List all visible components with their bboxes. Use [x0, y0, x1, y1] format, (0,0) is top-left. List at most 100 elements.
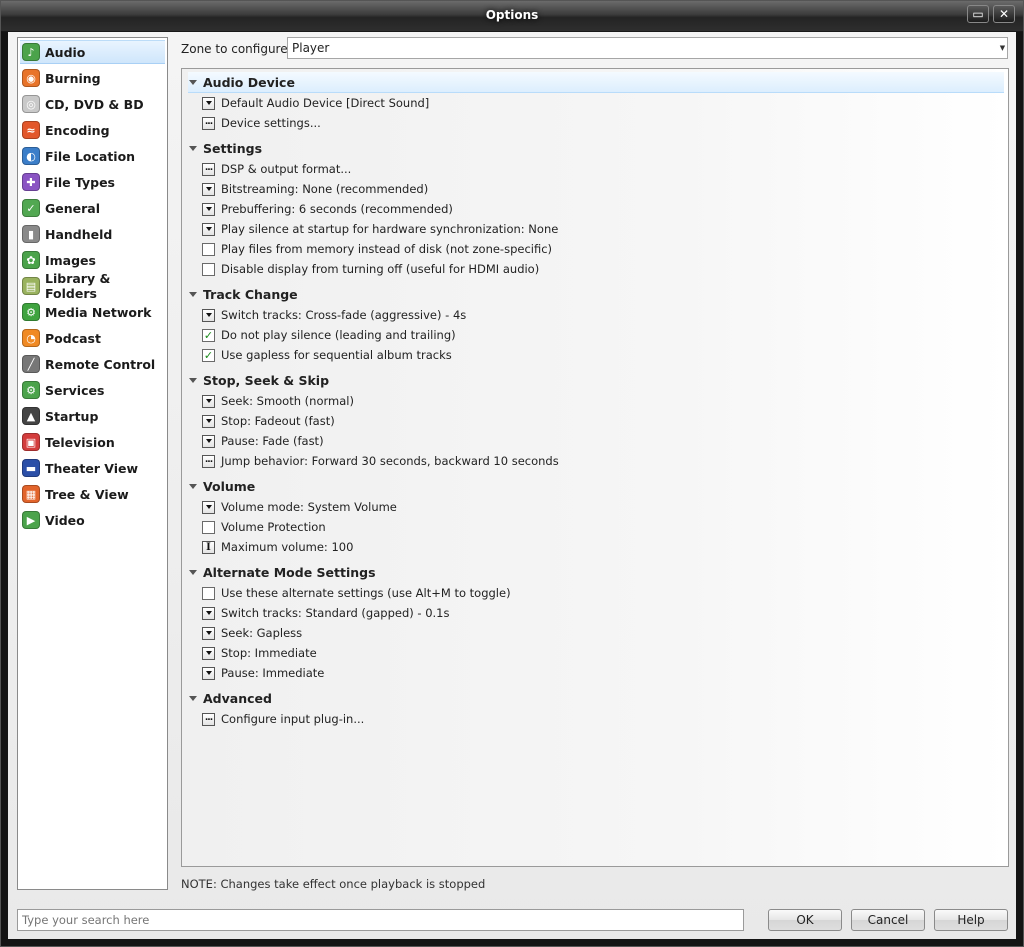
settings-panel: Audio Device Default Audio Device [Direct…	[181, 68, 1009, 867]
option-row[interactable]: Stop: Immediate	[202, 644, 317, 662]
dropdown-button[interactable]	[202, 500, 215, 514]
checkbox[interactable]	[202, 242, 215, 256]
option-row[interactable]: Pause: Immediate	[202, 664, 324, 682]
group-header[interactable]: Settings	[188, 138, 1004, 158]
collapse-triangle-icon[interactable]	[189, 377, 197, 383]
option-row[interactable]: I Maximum volume: 100	[202, 538, 353, 556]
option-label: Switch tracks: Cross-fade (aggressive) -…	[221, 308, 467, 322]
checkbox[interactable]	[202, 262, 215, 276]
option-row[interactable]: ✓ Do not play silence (leading and traili…	[202, 326, 456, 344]
sidebar-item-services[interactable]: ⚙ Services	[20, 378, 165, 402]
sidebar-item-file-types[interactable]: ✚ File Types	[20, 170, 165, 194]
dropdown-button[interactable]	[202, 626, 215, 640]
group-header[interactable]: Track Change	[188, 284, 1004, 304]
option-row[interactable]: ... Configure input plug-in...	[202, 710, 364, 728]
close-button[interactable]: ✕	[993, 5, 1015, 23]
chevron-down-icon[interactable]: ▼	[999, 39, 1006, 57]
option-row[interactable]: Switch tracks: Standard (gapped) - 0.1s	[202, 604, 449, 622]
group-title: Volume	[203, 478, 256, 494]
checkbox[interactable]	[202, 520, 215, 534]
sidebar-item-library-folders[interactable]: ▤ Library & Folders	[20, 271, 165, 301]
dropdown-button[interactable]	[202, 666, 215, 680]
option-row[interactable]: Use these alternate settings (use Alt+M …	[202, 584, 511, 602]
more-button[interactable]: ...	[202, 712, 215, 726]
option-row[interactable]: Pause: Fade (fast)	[202, 432, 324, 450]
dropdown-button[interactable]	[202, 308, 215, 322]
sidebar-item-remote-control[interactable]: ╱ Remote Control	[20, 352, 165, 376]
option-row[interactable]: Switch tracks: Cross-fade (aggressive) -…	[202, 306, 466, 324]
sidebar-item-label: Burning	[45, 70, 101, 86]
dropdown-button[interactable]	[202, 222, 215, 236]
option-row[interactable]: ... Jump behavior: Forward 30 seconds, ba…	[202, 452, 559, 470]
collapse-triangle-icon[interactable]	[189, 291, 197, 297]
sidebar-item-images[interactable]: ✿ Images	[20, 248, 165, 272]
dropdown-button[interactable]	[202, 182, 215, 196]
sidebar-item-label: Remote Control	[45, 356, 156, 372]
group-header[interactable]: Advanced	[188, 688, 1004, 708]
sidebar-item-label: CD, DVD & BD	[45, 96, 144, 112]
checkbox[interactable]	[202, 586, 215, 600]
category-sidebar[interactable]: ♪ Audio ◉ Burning ◎ CD, DVD & BD ≈ Encoding ◐ Fil…	[17, 37, 168, 890]
dropdown-button[interactable]	[202, 96, 215, 110]
checkbox[interactable]: ✓	[202, 348, 215, 362]
more-button[interactable]: ...	[202, 116, 215, 130]
zone-select[interactable]: Player ▼	[287, 37, 1008, 59]
sidebar-item-general[interactable]: ✓ General	[20, 196, 165, 220]
dropdown-button[interactable]	[202, 394, 215, 408]
option-label: Prebuffering: 6 seconds (recommended)	[221, 202, 453, 216]
dropdown-button[interactable]	[202, 606, 215, 620]
dropdown-button[interactable]	[202, 202, 215, 216]
sidebar-item-label: Startup	[45, 408, 99, 424]
help-button[interactable]: Help	[934, 909, 1008, 931]
option-row[interactable]: Volume Protection	[202, 518, 326, 536]
sidebar-item-video[interactable]: ▶ Video	[20, 508, 165, 532]
option-row[interactable]: Play files from memory instead of disk (…	[202, 240, 552, 258]
search-input[interactable]	[22, 913, 722, 927]
sidebar-item-burning[interactable]: ◉ Burning	[20, 66, 165, 90]
option-row[interactable]: Bitstreaming: None (recommended)	[202, 180, 428, 198]
option-row[interactable]: Seek: Smooth (normal)	[202, 392, 354, 410]
dropdown-button[interactable]	[202, 646, 215, 660]
collapse-triangle-icon[interactable]	[189, 145, 197, 151]
sidebar-item-cd-dvd-bd[interactable]: ◎ CD, DVD & BD	[20, 92, 165, 116]
more-button[interactable]: ...	[202, 162, 215, 176]
collapse-triangle-icon[interactable]	[189, 483, 197, 489]
edit-field-icon[interactable]: I	[202, 540, 215, 554]
sidebar-item-television[interactable]: ▣ Television	[20, 430, 165, 454]
option-row[interactable]: Volume mode: System Volume	[202, 498, 397, 516]
ok-button[interactable]: OK	[768, 909, 842, 931]
option-row[interactable]: Disable display from turning off (useful…	[202, 260, 539, 278]
search-box[interactable]	[17, 909, 744, 931]
group-header[interactable]: Volume	[188, 476, 1004, 496]
sidebar-item-audio[interactable]: ♪ Audio	[20, 40, 165, 64]
sidebar-item-tree-view[interactable]: ▦ Tree & View	[20, 482, 165, 506]
sidebar-item-file-location[interactable]: ◐ File Location	[20, 144, 165, 168]
sidebar-item-startup[interactable]: ▲ Startup	[20, 404, 165, 428]
group-header[interactable]: Alternate Mode Settings	[188, 562, 1004, 582]
dropdown-button[interactable]	[202, 434, 215, 448]
sidebar-item-theater-view[interactable]: ▬ Theater View	[20, 456, 165, 480]
cancel-button[interactable]: Cancel	[851, 909, 925, 931]
option-row[interactable]: Play silence at startup for hardware syn…	[202, 220, 558, 238]
sidebar-item-encoding[interactable]: ≈ Encoding	[20, 118, 165, 142]
group-header[interactable]: Stop, Seek & Skip	[188, 370, 1004, 390]
collapse-triangle-icon[interactable]	[189, 695, 197, 701]
collapse-triangle-icon[interactable]	[189, 79, 197, 85]
option-row[interactable]: ✓ Use gapless for sequential album tracks	[202, 346, 452, 364]
option-row[interactable]: Seek: Gapless	[202, 624, 302, 642]
sidebar-item-media-network[interactable]: ⚙ Media Network	[20, 300, 165, 324]
option-row[interactable]: ... Device settings...	[202, 114, 321, 132]
option-row[interactable]: Stop: Fadeout (fast)	[202, 412, 335, 430]
sidebar-item-podcast[interactable]: ◔ Podcast	[20, 326, 165, 350]
collapse-triangle-icon[interactable]	[189, 569, 197, 575]
title-bar[interactable]: Options ▭ ✕	[1, 1, 1023, 31]
dropdown-button[interactable]	[202, 414, 215, 428]
option-row[interactable]: Default Audio Device [Direct Sound]	[202, 94, 429, 112]
option-row[interactable]: Prebuffering: 6 seconds (recommended)	[202, 200, 453, 218]
group-header[interactable]: Audio Device	[188, 72, 1004, 93]
sidebar-item-handheld[interactable]: ▮ Handheld	[20, 222, 165, 246]
more-button[interactable]: ...	[202, 454, 215, 468]
checkbox[interactable]: ✓	[202, 328, 215, 342]
option-row[interactable]: ... DSP & output format...	[202, 160, 351, 178]
restore-button[interactable]: ▭	[967, 5, 989, 23]
